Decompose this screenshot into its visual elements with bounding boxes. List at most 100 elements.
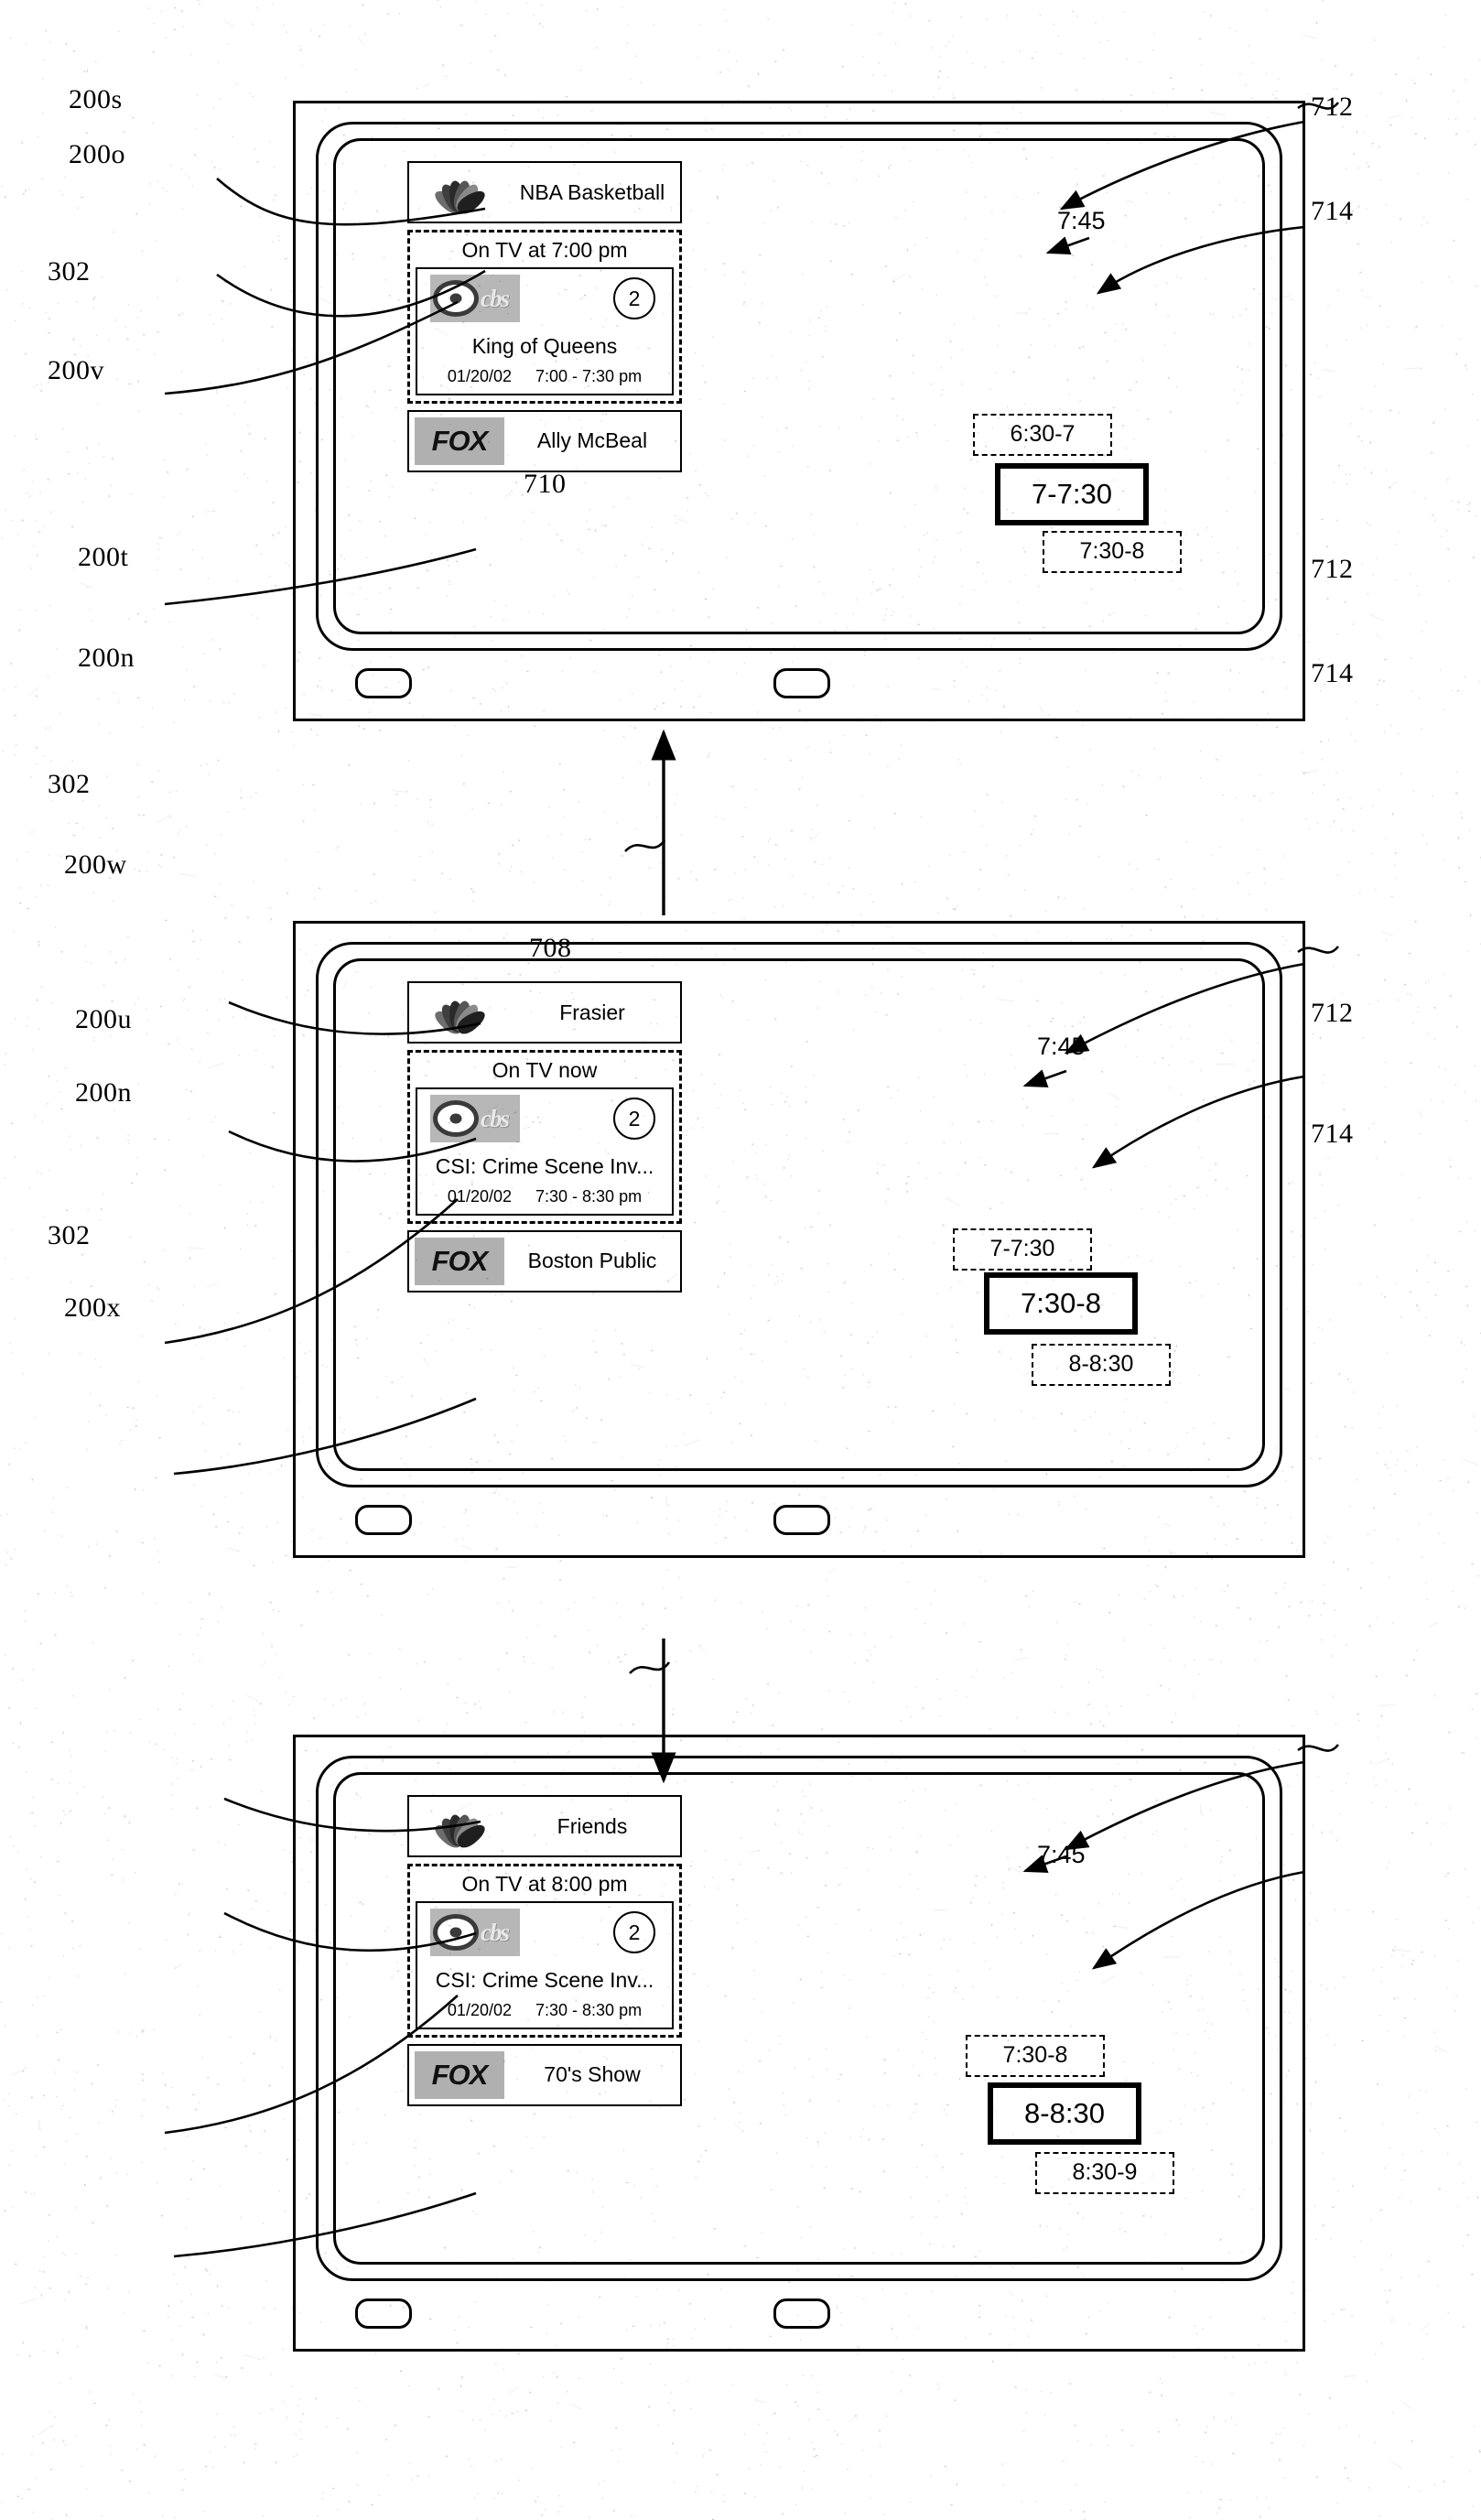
cbs-wordmark: cbs (481, 284, 510, 312)
reference-numeral-200w: 200w (64, 849, 127, 880)
nbc-peacock-icon (415, 168, 504, 216)
fox-logo-icon: FOX (415, 2050, 504, 2099)
time-slot-previous[interactable]: 7-7:30 (953, 1228, 1092, 1271)
reference-numeral-200o: 200o (69, 139, 125, 169)
squiggle-708 (629, 1661, 671, 1674)
channel-number-badge: 2 (613, 1098, 655, 1140)
program-guide-top: NBA Basketball On TV at 7:00 pm cbs 2 Ki… (407, 161, 682, 472)
reference-numeral-200v: 200v (48, 355, 104, 385)
cbs-eye-shape (433, 280, 479, 317)
detail-schedule: 01/20/02 7:30 - 8:30 pm (425, 1187, 665, 1206)
focused-program-container[interactable]: On TV at 8:00 pm cbs 2 CSI: Crime Scene … (407, 1864, 682, 2038)
detail-program-title: King of Queens (471, 334, 618, 358)
program-row-fox[interactable]: FOX Ally McBeal (407, 409, 682, 472)
time-navigation-middle: 7:45 7-7:30 7:30-8 8-8:30 (849, 989, 1251, 1483)
focused-program-container[interactable]: On TV at 7:00 pm cbs 2 King of Queens 01… (407, 230, 682, 404)
reference-numeral-712: 712 (1311, 92, 1354, 122)
program-row-nbc[interactable]: Friends (407, 1795, 682, 1857)
tv-foot-left (355, 2298, 412, 2329)
reference-numeral-714: 714 (1311, 1119, 1354, 1149)
cbs-logo-icon: cbs (430, 1095, 520, 1142)
detail-date: 01/20/02 (447, 2000, 512, 2019)
tv-foot-center (773, 2298, 830, 2329)
time-slot-previous[interactable]: 7:30-8 (966, 2035, 1105, 2077)
program-title: Frasier (559, 1000, 625, 1024)
reference-numeral-714: 714 (1311, 658, 1354, 688)
reference-numeral-712: 712 (1311, 998, 1354, 1028)
program-row-fox[interactable]: FOX Boston Public (407, 1229, 682, 1292)
on-tv-caption: On TV now (492, 1058, 598, 1082)
reference-numeral-302: 302 (48, 256, 91, 287)
program-title: Friends (557, 1813, 628, 1838)
tv-screen: NBA Basketball On TV at 7:00 pm cbs 2 Ki… (333, 138, 1265, 634)
on-tv-caption: On TV at 7:00 pm (461, 238, 628, 262)
fox-logo-icon: FOX (415, 1237, 504, 1285)
tv-screen: Frasier On TV now cbs 2 CSI: Crime Scene… (333, 958, 1265, 1471)
detail-time: 7:00 - 7:30 pm (535, 366, 643, 385)
nbc-peacock-icon (415, 1802, 504, 1850)
time-slot-current[interactable]: 7-7:30 (995, 463, 1149, 525)
nbc-peacock-shape (426, 171, 493, 216)
nbc-peacock-shape (426, 991, 493, 1036)
tv-foot-center (773, 668, 830, 698)
time-navigation-top: 7:45 6:30-7 7-7:30 7:30-8 (849, 168, 1251, 644)
tv-foot-center (773, 1505, 830, 1535)
current-clock: 7:45 (1037, 1033, 1086, 1060)
detail-time: 7:30 - 8:30 pm (535, 2000, 643, 2019)
reference-numeral-200n: 200n (75, 1077, 132, 1108)
tv-bezel: Frasier On TV now cbs 2 CSI: Crime Scene… (316, 942, 1282, 1487)
program-row-nbc[interactable]: Frasier (407, 981, 682, 1044)
current-clock: 7:45 (1057, 207, 1106, 234)
program-title: 70's Show (544, 2062, 641, 2087)
tv-panel-middle: Frasier On TV now cbs 2 CSI: Crime Scene… (293, 921, 1305, 1558)
time-slot-current[interactable]: 7:30-8 (984, 1272, 1138, 1335)
cbs-wordmark: cbs (481, 1918, 510, 1946)
time-slot-next[interactable]: 8:30-9 (1035, 2152, 1174, 2194)
current-clock: 7:45 (1037, 1841, 1086, 1868)
nbc-peacock-icon (415, 989, 504, 1036)
cbs-eye-shape (433, 1914, 479, 1951)
reference-numeral-200s: 200s (69, 84, 123, 114)
program-guide-bottom: Friends On TV at 8:00 pm cbs 2 CSI: Crim… (407, 1795, 682, 2106)
time-slot-previous[interactable]: 6:30-7 (973, 414, 1112, 456)
tv-foot-left (355, 668, 412, 698)
time-slot-next[interactable]: 7:30-8 (1043, 531, 1182, 573)
reference-numeral-200t: 200t (78, 542, 129, 572)
time-slot-next[interactable]: 8-8:30 (1032, 1344, 1171, 1386)
program-detail-box[interactable]: cbs 2 CSI: Crime Scene Inv... 01/20/02 7:… (416, 1901, 674, 2029)
fox-wordmark: FOX (431, 1244, 489, 1277)
tv-bezel: NBA Basketball On TV at 7:00 pm cbs 2 Ki… (316, 122, 1282, 651)
cbs-eye-shape (433, 1100, 479, 1137)
reference-numeral-200x: 200x (64, 1292, 121, 1323)
cbs-logo-icon: cbs (430, 275, 520, 322)
reference-numeral-302: 302 (48, 769, 91, 799)
reference-numeral-710: 710 (524, 469, 567, 499)
program-title: Ally McBeal (536, 428, 648, 453)
cbs-logo-icon: cbs (430, 1909, 520, 1956)
fox-wordmark: FOX (431, 2058, 489, 2091)
focused-program-container[interactable]: On TV now cbs 2 CSI: Crime Scene Inv... … (407, 1050, 682, 1224)
on-tv-caption: On TV at 8:00 pm (461, 1872, 628, 1896)
fox-wordmark: FOX (431, 424, 489, 457)
reference-numeral-200n: 200n (78, 643, 135, 673)
tv-screen: Friends On TV at 8:00 pm cbs 2 CSI: Crim… (333, 1772, 1265, 2265)
program-title: NBA Basketball (519, 179, 665, 204)
reference-numeral-712: 712 (1311, 554, 1354, 584)
program-row-fox[interactable]: FOX 70's Show (407, 2043, 682, 2106)
detail-schedule: 01/20/02 7:30 - 8:30 pm (425, 2000, 665, 2020)
squiggle-710 (624, 839, 666, 852)
fox-logo-icon: FOX (415, 416, 504, 465)
detail-program-title: CSI: Crime Scene Inv... (435, 1154, 654, 1178)
program-guide-middle: Frasier On TV now cbs 2 CSI: Crime Scene… (407, 981, 682, 1292)
program-title: Boston Public (527, 1249, 657, 1273)
detail-schedule: 01/20/02 7:00 - 7:30 pm (425, 366, 665, 386)
program-detail-box[interactable]: cbs 2 King of Queens 01/20/02 7:00 - 7:30… (416, 267, 674, 395)
reference-numeral-200u: 200u (75, 1004, 132, 1034)
program-row-nbc[interactable]: NBA Basketball (407, 161, 682, 223)
tv-foot-left (355, 1505, 412, 1535)
tv-bezel: Friends On TV at 8:00 pm cbs 2 CSI: Crim… (316, 1756, 1282, 2281)
channel-number-badge: 2 (613, 277, 655, 319)
tv-panel-bottom: Friends On TV at 8:00 pm cbs 2 CSI: Crim… (293, 1735, 1305, 2352)
time-slot-current[interactable]: 8-8:30 (988, 2082, 1141, 2145)
program-detail-box[interactable]: cbs 2 CSI: Crime Scene Inv... 01/20/02 7:… (416, 1087, 674, 1216)
